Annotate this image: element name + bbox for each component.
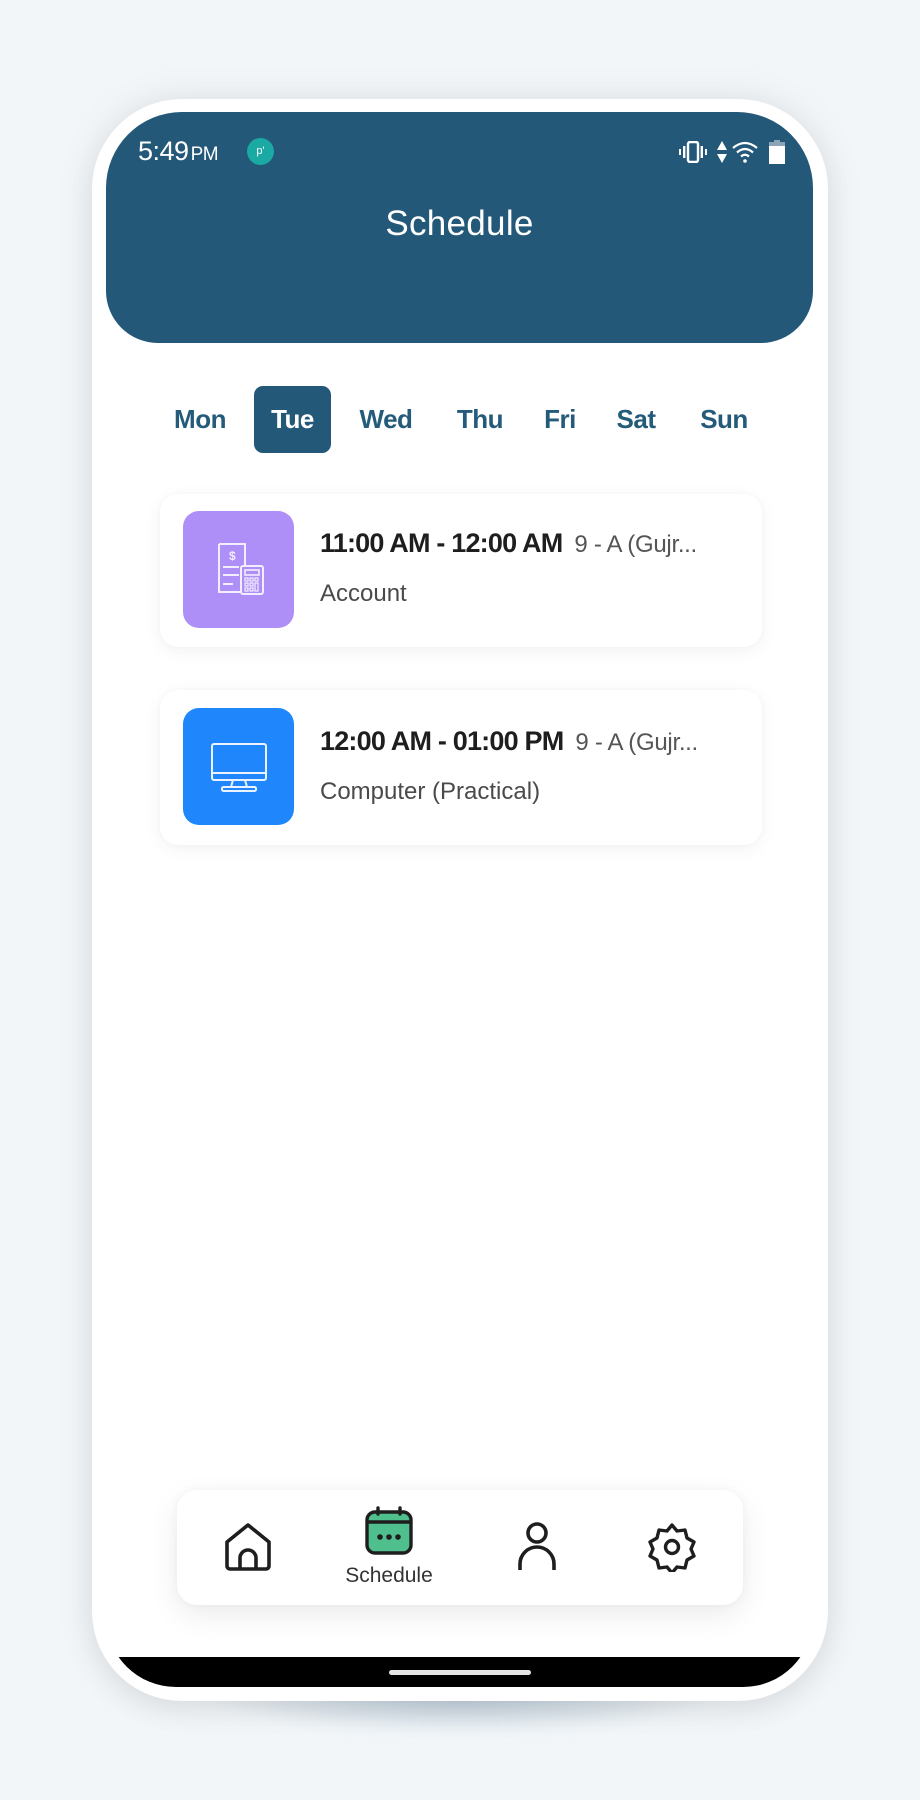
bottom-navigation: Schedule [177, 1490, 743, 1605]
tab-thu[interactable]: Thu [452, 386, 508, 453]
nav-label-schedule: Schedule [345, 1564, 433, 1587]
card-title-row: 11:00 AM - 12:00 AM 9 - A (Gujr... [320, 528, 697, 559]
status-time-value: 5:49 [138, 136, 189, 166]
status-time: 5:49 PM [138, 136, 219, 167]
settings-gear-icon [648, 1523, 696, 1572]
wifi-icon [732, 141, 758, 163]
tab-sun[interactable]: Sun [694, 386, 754, 453]
nav-item-settings[interactable] [617, 1490, 727, 1605]
card-subject: Computer (Practical) [320, 778, 541, 805]
computer-monitor-icon [210, 742, 267, 792]
tab-sat[interactable]: Sat [610, 386, 662, 453]
tab-wed[interactable]: Wed [354, 386, 418, 453]
status-time-ampm: PM [190, 144, 219, 165]
home-indicator[interactable] [389, 1670, 531, 1675]
status-icons [679, 138, 785, 166]
nav-item-profile[interactable] [477, 1490, 597, 1605]
day-tabs: Mon Tue Wed Thu Fri Sat Sun [106, 386, 813, 453]
profile-icon [518, 1522, 556, 1570]
accounting-calculator-icon: $ [217, 542, 264, 595]
vibrate-icon [679, 141, 707, 163]
data-arrows-icon [717, 141, 727, 163]
card-subject: Account [320, 580, 407, 607]
app-header: 5:49 PM p' Schedule [106, 112, 813, 343]
home-icon [225, 1523, 271, 1571]
card-title-row: 12:00 AM - 01:00 PM 9 - A (Gujr... [320, 726, 698, 757]
card-icon-box [183, 708, 294, 825]
system-gesture-bar [106, 1657, 813, 1687]
card-icon-box: $ [183, 511, 294, 628]
card-class: 9 - A (Gujr... [574, 531, 697, 558]
nav-item-schedule[interactable]: Schedule [319, 1490, 459, 1605]
svg-text:$: $ [229, 549, 236, 563]
card-time: 12:00 AM - 01:00 PM [320, 726, 564, 756]
schedule-card[interactable]: 12:00 AM - 01:00 PM 9 - A (Gujr... Compu… [160, 690, 762, 845]
card-time: 11:00 AM - 12:00 AM [320, 528, 563, 558]
notification-badge-icon: p' [247, 138, 274, 165]
card-class: 9 - A (Gujr... [575, 729, 698, 756]
app-screen: 5:49 PM p' Schedule Mon Tue Wed Thu Fri … [106, 112, 813, 1687]
battery-icon [769, 140, 785, 164]
phone-frame: 5:49 PM p' Schedule Mon Tue Wed Thu Fri … [92, 99, 828, 1701]
schedule-card[interactable]: $ 11:00 AM - 12:00 AM 9 - A (Gujr... Acc… [160, 494, 762, 647]
page-title: Schedule [385, 204, 534, 243]
tab-fri[interactable]: Fri [540, 386, 580, 453]
tab-mon[interactable]: Mon [170, 386, 230, 453]
nav-item-home[interactable] [197, 1490, 297, 1605]
tab-tue[interactable]: Tue [254, 386, 331, 453]
calendar-icon [365, 1506, 413, 1555]
